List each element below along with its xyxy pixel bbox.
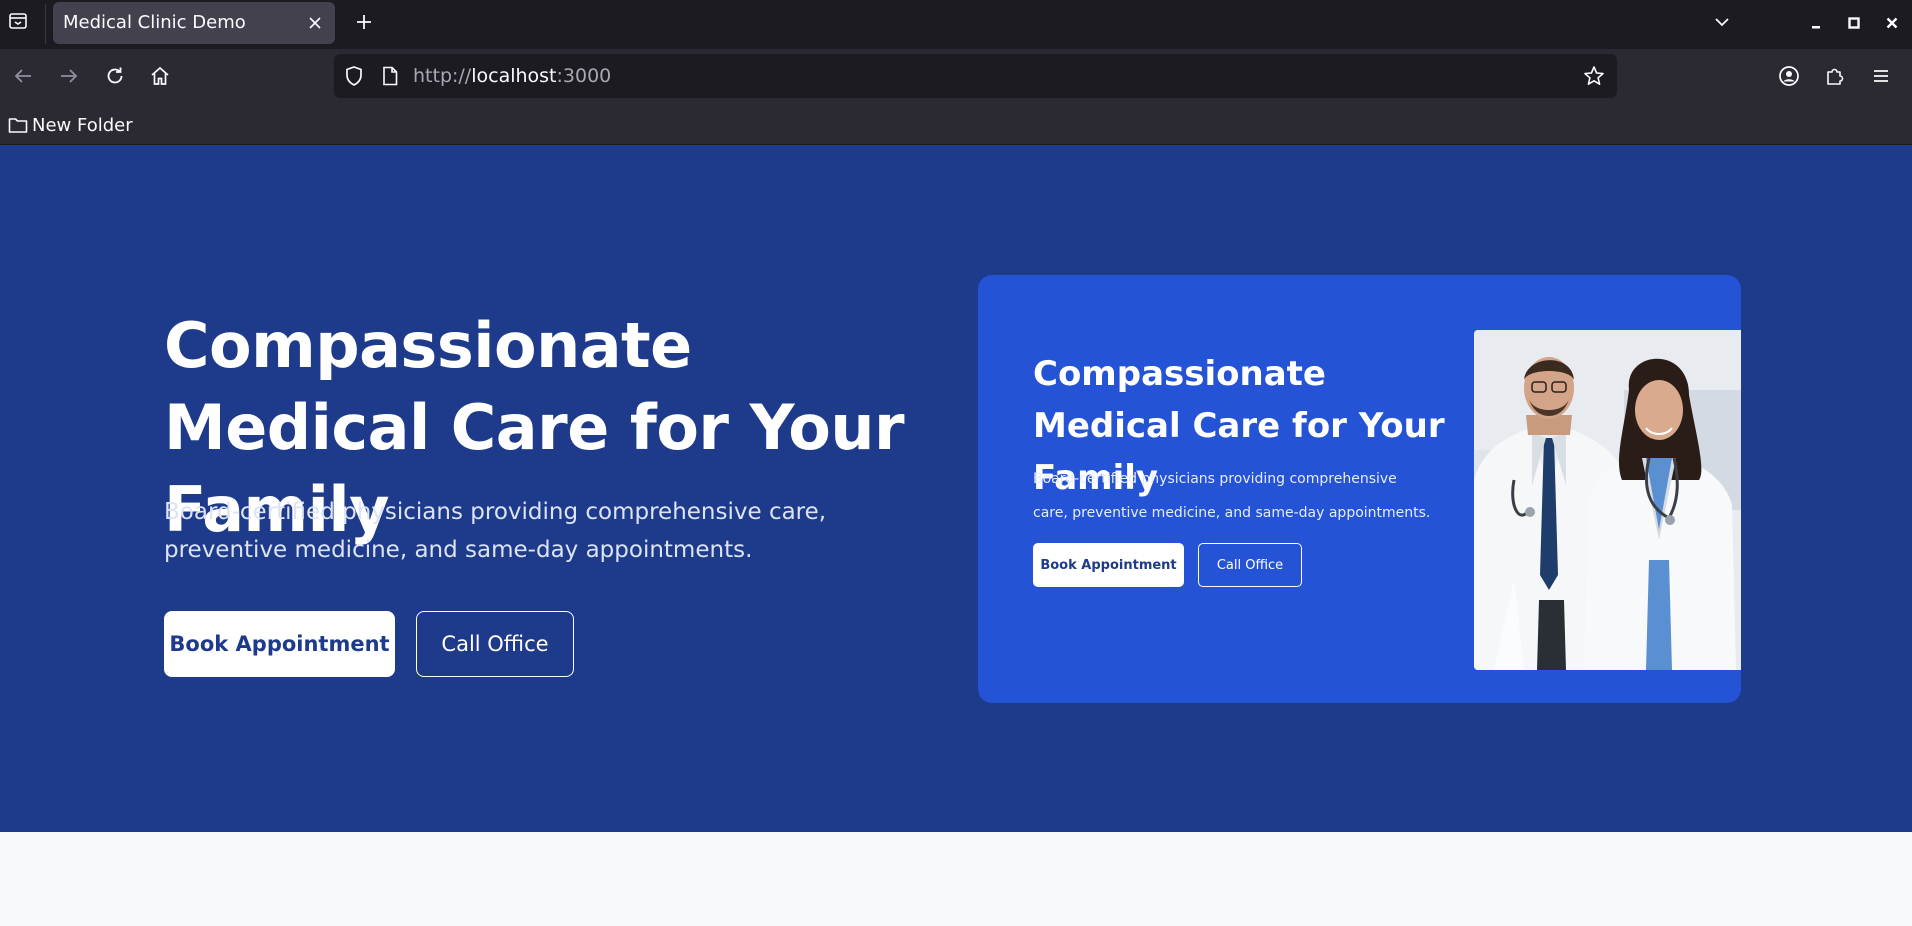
star-icon[interactable] — [1582, 64, 1606, 88]
url-port: :3000 — [556, 65, 612, 87]
extensions-icon[interactable] — [1819, 60, 1851, 92]
navigation-toolbar: http://localhost:3000 — [0, 49, 1912, 105]
hero-description: Board-certified physicians providing com… — [164, 499, 827, 563]
reload-icon[interactable] — [99, 60, 131, 92]
preview-book-appointment-button: Book Appointment — [1033, 543, 1184, 587]
shield-icon[interactable] — [342, 64, 366, 88]
tab-bar: Medical Clinic Demo — [0, 0, 1912, 49]
bookmark-folder[interactable]: New Folder — [8, 113, 133, 137]
page-below-hero — [0, 832, 1912, 926]
maximize-icon[interactable] — [1840, 9, 1868, 37]
minimize-icon[interactable] — [1802, 9, 1830, 37]
chevron-down-icon[interactable] — [1708, 8, 1736, 36]
tab-list-icon[interactable] — [6, 9, 30, 33]
forward-arrow-icon[interactable] — [53, 60, 85, 92]
call-office-button[interactable]: Call Office — [416, 611, 574, 677]
active-tab[interactable]: Medical Clinic Demo — [53, 2, 335, 44]
hero-preview-card: Compassionate Medical Care for Your Fami… — [978, 275, 1741, 703]
url-scheme: http:// — [413, 65, 472, 87]
url-host: localhost — [471, 65, 557, 87]
tab-title: Medical Clinic Demo — [63, 12, 246, 33]
hero-section: Compassionate Medical Care for Your Fami… — [0, 145, 1912, 832]
back-arrow-icon[interactable] — [7, 60, 39, 92]
bookmark-folder-label: New Folder — [32, 114, 133, 136]
close-icon[interactable] — [303, 11, 327, 35]
url-bar[interactable]: http://localhost:3000 — [334, 54, 1617, 98]
preview-description: Board-certified physicians providing com… — [1033, 471, 1431, 521]
doctors-photo — [1474, 330, 1741, 670]
book-appointment-button[interactable]: Book Appointment — [164, 611, 395, 677]
account-icon[interactable] — [1773, 60, 1805, 92]
folder-icon — [8, 118, 28, 133]
tab-separator — [45, 4, 46, 44]
menu-icon[interactable] — [1865, 60, 1897, 92]
preview-call-office-button: Call Office — [1198, 543, 1302, 587]
home-icon[interactable] — [144, 60, 176, 92]
url-text[interactable]: http://localhost:3000 — [413, 65, 611, 87]
page-icon — [378, 64, 402, 88]
plus-icon[interactable] — [350, 8, 378, 36]
window-close-icon[interactable] — [1878, 9, 1906, 37]
bookmarks-toolbar: New Folder — [0, 105, 1912, 145]
